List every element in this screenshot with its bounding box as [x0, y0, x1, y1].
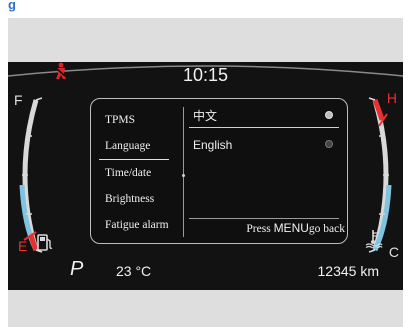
temp-cold-label: C: [388, 244, 399, 260]
menu-item-label: Fatigue alarm: [105, 219, 169, 231]
menu-item-label: Time/date: [105, 167, 152, 179]
radio-unselected-icon[interactable]: [325, 140, 333, 148]
odometer: 12345 km: [317, 263, 379, 279]
instrument-cluster-display: 10:15 F E H C TPMS Language Time/date Br…: [8, 62, 403, 290]
menu-footer-divider: [189, 218, 339, 219]
radio-selected-icon[interactable]: [325, 111, 333, 119]
outside-temperature: 23 °C: [116, 263, 152, 279]
menu-item-list: TPMS Language Time/date Brightness Fatig…: [99, 107, 185, 238]
fuel-empty-label: E: [18, 238, 28, 254]
menu-column-divider: [183, 107, 184, 237]
menu-item-fatigue-alarm[interactable]: Fatigue alarm: [99, 212, 179, 238]
language-option-label: English: [193, 138, 233, 152]
settings-menu: TPMS Language Time/date Brightness Fatig…: [90, 98, 348, 244]
fuel-full-label: F: [14, 92, 23, 108]
menu-item-time-date[interactable]: Time/date: [99, 160, 185, 186]
scroll-dot-icon: [182, 174, 185, 177]
hint-suffix: go back: [308, 223, 345, 235]
hint-key: MENU: [273, 221, 309, 235]
menu-item-tpms[interactable]: TPMS: [99, 107, 179, 133]
hint-prefix: Press: [246, 223, 274, 235]
coolant-temperature-icon: [365, 230, 383, 248]
menu-item-language[interactable]: Language: [99, 133, 169, 160]
menu-item-label: Language: [105, 140, 151, 152]
fuel-pump-icon: [37, 234, 53, 251]
gear-indicator: P: [70, 258, 84, 280]
bezel-bottom: [8, 290, 403, 327]
clock-time: 10:15: [182, 65, 229, 85]
menu-item-brightness[interactable]: Brightness: [99, 186, 179, 212]
temp-hot-label: H: [386, 90, 397, 106]
language-option-label: 中文: [193, 109, 218, 123]
menu-back-hint: Press MENUgo back: [199, 221, 345, 235]
screenshot-root: g 10:15 F E H C TPMS Language Time/date …: [0, 0, 411, 327]
language-option-chinese[interactable]: 中文: [189, 105, 339, 128]
bezel-top: [8, 18, 403, 62]
language-options: 中文 English: [189, 105, 339, 156]
menu-item-label: TPMS: [105, 114, 136, 126]
menu-item-label: Brightness: [105, 193, 155, 205]
language-option-english[interactable]: English: [189, 134, 339, 156]
header-title-fragment: g: [8, 0, 16, 12]
